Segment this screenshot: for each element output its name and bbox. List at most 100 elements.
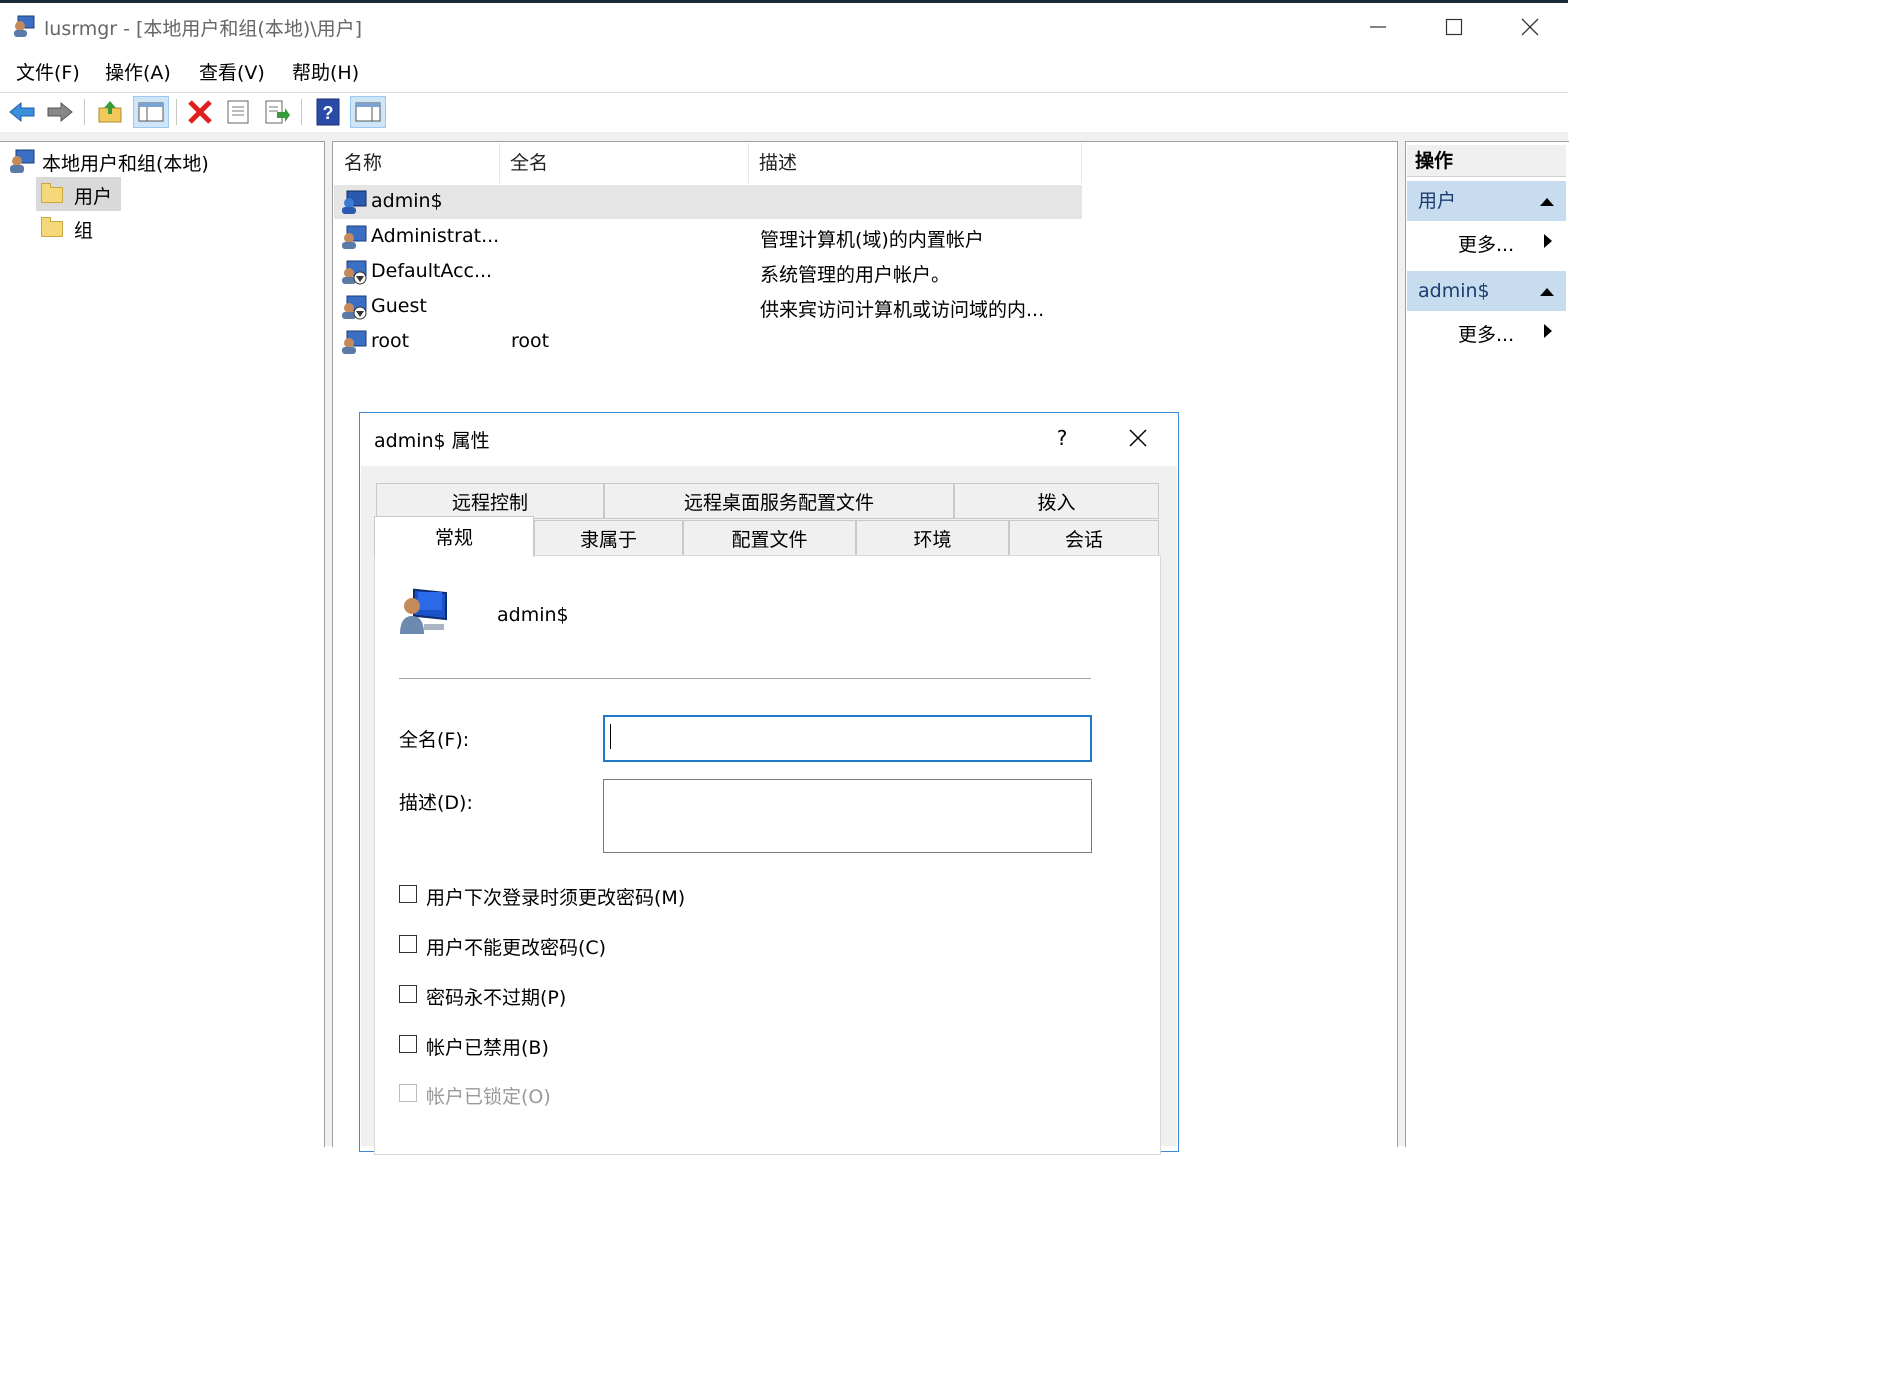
separator-line bbox=[399, 678, 1091, 679]
description-label: 描述(D): bbox=[399, 792, 473, 814]
checkbox-label[interactable]: 密码永不过期(P) bbox=[426, 983, 566, 1010]
list-row-description: 管理计算机(域)的内置帐户 bbox=[760, 229, 984, 251]
disabled-user-icon bbox=[342, 260, 367, 285]
checkbox-label[interactable]: 帐户已禁用(B) bbox=[426, 1033, 549, 1060]
show-hide-tree-button[interactable] bbox=[133, 96, 169, 128]
tab-member-of[interactable]: 隶属于 bbox=[534, 520, 683, 556]
up-folder-icon bbox=[98, 101, 122, 123]
disabled-user-icon bbox=[342, 295, 367, 320]
delete-button[interactable] bbox=[184, 96, 216, 128]
list-row-name[interactable]: DefaultAcc... bbox=[371, 260, 492, 282]
list-row-fullname: root bbox=[511, 330, 550, 352]
action-more[interactable]: 更多... bbox=[1458, 320, 1514, 347]
svg-text:?: ? bbox=[323, 103, 334, 123]
collapse-up-icon[interactable] bbox=[1539, 195, 1555, 207]
fullname-label: 全名(F): bbox=[399, 729, 470, 751]
dialog-title: admin$ 属性 bbox=[374, 430, 490, 452]
properties-button[interactable] bbox=[222, 96, 254, 128]
column-header-fullname[interactable]: 全名 bbox=[500, 143, 749, 183]
show-hide-action-pane-icon bbox=[355, 102, 381, 122]
must-change-password-checkbox[interactable] bbox=[399, 885, 417, 903]
submenu-arrow-icon bbox=[1544, 234, 1552, 248]
list-row-description: 系统管理的用户帐户。 bbox=[760, 264, 951, 286]
user-name-display: admin$ bbox=[497, 604, 569, 626]
up-folder-button[interactable] bbox=[94, 96, 126, 128]
maximize-icon bbox=[1445, 18, 1463, 36]
app-users-icon bbox=[14, 15, 35, 37]
collapse-up-icon[interactable] bbox=[1539, 285, 1555, 297]
checkbox-label: 帐户已锁定(O) bbox=[426, 1086, 551, 1108]
tree-pane bbox=[0, 141, 325, 1147]
checkbox-label[interactable]: 用户不能更改密码(C) bbox=[426, 933, 606, 960]
list-row-name[interactable]: Guest bbox=[371, 295, 427, 317]
toolbar-separator bbox=[301, 99, 302, 125]
dialog-close-button[interactable] bbox=[1120, 420, 1156, 456]
tab-remote-desktop-profile[interactable]: 远程桌面服务配置文件 bbox=[604, 483, 954, 519]
delete-icon bbox=[188, 100, 212, 124]
list-row-name[interactable]: admin$ bbox=[371, 190, 443, 212]
selected-row-highlight bbox=[334, 185, 1082, 219]
submenu-arrow-icon bbox=[1544, 324, 1552, 338]
action-section-label: admin$ bbox=[1418, 280, 1490, 302]
list-row-description: 供来宾访问计算机或访问域的内... bbox=[760, 299, 1045, 321]
user-icon bbox=[342, 190, 367, 214]
export-list-button[interactable] bbox=[261, 96, 293, 128]
user-icon bbox=[342, 225, 367, 249]
forward-button[interactable] bbox=[44, 96, 76, 128]
menu-view[interactable]: 查看(V) bbox=[199, 58, 265, 85]
action-section-label: 用户 bbox=[1418, 190, 1457, 212]
export-list-icon bbox=[265, 100, 290, 124]
action-more[interactable]: 更多... bbox=[1458, 230, 1514, 257]
close-icon bbox=[1129, 429, 1147, 447]
description-input[interactable] bbox=[603, 779, 1092, 853]
tab-environment[interactable]: 环境 bbox=[856, 520, 1009, 556]
toolbar-separator bbox=[84, 99, 85, 125]
user-avatar-icon bbox=[400, 588, 447, 634]
password-never-expires-checkbox[interactable] bbox=[399, 985, 417, 1003]
list-row-name[interactable]: root bbox=[371, 330, 409, 352]
column-header-description[interactable]: 描述 bbox=[749, 143, 1082, 183]
help-icon: ? bbox=[316, 98, 340, 126]
tab-profile[interactable]: 配置文件 bbox=[683, 520, 856, 556]
minimize-icon bbox=[1370, 26, 1386, 28]
minimize-button[interactable] bbox=[1340, 3, 1416, 51]
tree-item-groups[interactable]: 组 bbox=[74, 216, 93, 243]
tree-item-users[interactable]: 用户 bbox=[74, 182, 112, 209]
local-users-groups-icon bbox=[10, 149, 35, 173]
show-hide-action-pane-button[interactable] bbox=[350, 96, 386, 128]
tree-root[interactable]: 本地用户和组(本地) bbox=[42, 149, 209, 176]
close-button[interactable] bbox=[1492, 3, 1568, 51]
cannot-change-password-checkbox[interactable] bbox=[399, 935, 417, 953]
menu-file[interactable]: 文件(F) bbox=[16, 58, 80, 85]
question-mark-icon: ? bbox=[1056, 426, 1068, 450]
user-icon bbox=[342, 330, 367, 354]
dialog-help-button[interactable]: ? bbox=[1044, 420, 1080, 456]
text-cursor bbox=[610, 724, 611, 749]
action-pane-title: 操作 bbox=[1407, 145, 1566, 177]
window-title: lusrmgr - [本地用户和组(本地)\用户] bbox=[44, 18, 363, 40]
account-disabled-checkbox[interactable] bbox=[399, 1035, 417, 1053]
column-header-name[interactable]: 名称 bbox=[334, 143, 500, 183]
account-locked-checkbox bbox=[399, 1084, 417, 1102]
folder-icon bbox=[41, 183, 63, 203]
checkbox-label[interactable]: 用户下次登录时须更改密码(M) bbox=[426, 883, 685, 910]
menu-action[interactable]: 操作(A) bbox=[105, 58, 171, 85]
tab-page-general bbox=[374, 555, 1161, 1155]
show-hide-tree-icon bbox=[138, 102, 164, 122]
tab-remote-control[interactable]: 远程控制 bbox=[376, 483, 604, 519]
tab-dial-in[interactable]: 拨入 bbox=[954, 483, 1159, 519]
close-icon bbox=[1521, 18, 1539, 36]
help-button[interactable]: ? bbox=[312, 96, 344, 128]
fullname-input[interactable] bbox=[603, 715, 1092, 762]
tab-sessions[interactable]: 会话 bbox=[1009, 520, 1159, 556]
list-row-name[interactable]: Administrat... bbox=[371, 225, 499, 247]
forward-icon bbox=[47, 101, 73, 123]
maximize-button[interactable] bbox=[1416, 3, 1492, 51]
tab-general[interactable]: 常规 bbox=[374, 516, 534, 557]
toolbar-separator bbox=[176, 99, 177, 125]
back-button[interactable] bbox=[6, 96, 38, 128]
menu-help[interactable]: 帮助(H) bbox=[292, 58, 359, 85]
properties-icon bbox=[227, 100, 249, 124]
folder-icon bbox=[41, 217, 63, 237]
back-icon bbox=[9, 101, 35, 123]
